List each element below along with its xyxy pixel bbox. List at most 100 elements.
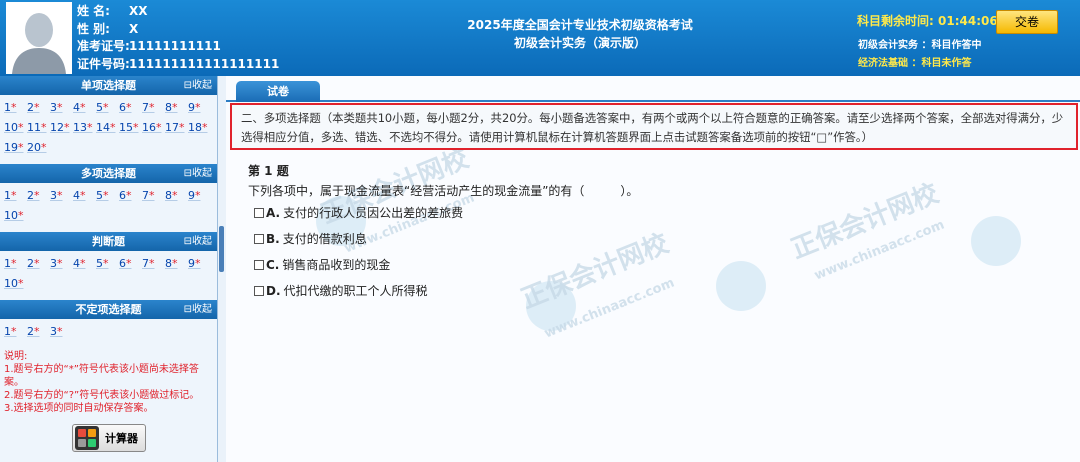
question-link[interactable]: 6*	[119, 98, 142, 118]
checkbox-icon[interactable]	[254, 234, 264, 244]
unanswered-mark: *	[11, 101, 17, 114]
question-link[interactable]: 3*	[50, 322, 73, 342]
unanswered-mark: *	[103, 257, 109, 270]
question-link[interactable]: 7*	[142, 254, 165, 274]
option-b[interactable]: B. 支付的借款利息	[254, 231, 367, 247]
question-link[interactable]: 14*	[96, 118, 119, 138]
question-link-number: 4	[73, 257, 80, 270]
avatar-silhouette-icon	[6, 2, 72, 74]
question-link[interactable]: 3*	[50, 186, 73, 206]
question-link[interactable]: 7*	[142, 98, 165, 118]
checkbox-icon[interactable]	[254, 286, 264, 296]
calculator-label: 计算器	[105, 432, 138, 445]
subject-status: ：科目未作答	[911, 58, 972, 69]
remaining-time: 科目剩余时间: 01:44:06	[857, 12, 998, 29]
sidebar-resize-handle[interactable]	[219, 226, 224, 272]
question-link[interactable]: 10*	[4, 118, 27, 138]
tab-bar: 试卷	[226, 76, 1080, 102]
question-link[interactable]: 6*	[119, 254, 142, 274]
question-link[interactable]: 2*	[27, 98, 50, 118]
question-link-number: 1	[4, 101, 11, 114]
question-link[interactable]: 8*	[165, 186, 188, 206]
question-link[interactable]: 9*	[188, 98, 211, 118]
question-link[interactable]: 8*	[165, 98, 188, 118]
question-link[interactable]: 19*	[4, 138, 27, 158]
question-link[interactable]: 5*	[96, 254, 119, 274]
candidate-id: 111111111111111111	[129, 56, 280, 71]
question-link-number: 16	[142, 121, 156, 134]
unanswered-mark: *	[179, 121, 185, 134]
question-link[interactable]: 17*	[165, 118, 188, 138]
section-title: 多项选择题	[81, 167, 136, 180]
question-link-number: 2	[27, 257, 34, 270]
question-link[interactable]: 3*	[50, 254, 73, 274]
question-link[interactable]: 10*	[4, 206, 27, 226]
tab-exam-paper[interactable]: 试卷	[236, 81, 320, 102]
question-link[interactable]: 12*	[50, 118, 73, 138]
question-link-number: 3	[50, 189, 57, 202]
subject-name: 经济法基础	[858, 58, 908, 69]
question-section: 判断题 ⊟收起 1* 2* 3* 4* 5* 6* 7* 8* 9* 10*	[0, 232, 217, 296]
question-link[interactable]: 2*	[27, 322, 50, 342]
unanswered-mark: *	[103, 101, 109, 114]
unanswered-mark: *	[80, 257, 86, 270]
collapse-button[interactable]: ⊟收起	[184, 76, 212, 95]
question-link-number: 20	[27, 141, 41, 154]
question-link[interactable]: 9*	[188, 254, 211, 274]
question-link[interactable]: 7*	[142, 186, 165, 206]
unanswered-mark: *	[34, 189, 40, 202]
question-link[interactable]: 2*	[27, 254, 50, 274]
question-link[interactable]: 8*	[165, 254, 188, 274]
section-title: 判断题	[92, 235, 125, 248]
option-text: 销售商品收到的现金	[282, 258, 391, 272]
section-title: 不定项选择题	[75, 303, 142, 316]
question-link[interactable]: 13*	[73, 118, 96, 138]
collapse-button[interactable]: ⊟收起	[184, 164, 212, 183]
unanswered-mark: *	[126, 189, 132, 202]
question-link[interactable]: 2*	[27, 186, 50, 206]
question-link[interactable]: 3*	[50, 98, 73, 118]
section-header: 不定项选择题 ⊟收起	[0, 300, 217, 319]
avatar	[6, 2, 72, 74]
question-link[interactable]: 1*	[4, 254, 27, 274]
question-link[interactable]: 18*	[188, 118, 211, 138]
unanswered-mark: *	[11, 325, 17, 338]
question-link[interactable]: 10*	[4, 274, 27, 294]
question-link[interactable]: 1*	[4, 186, 27, 206]
option-d[interactable]: D. 代扣代缴的职工个人所得税	[254, 283, 428, 299]
collapse-button[interactable]: ⊟收起	[184, 300, 212, 319]
question-link[interactable]: 1*	[4, 98, 27, 118]
question-grid: 1* 2* 3* 4* 5* 6* 7* 8* 9* 10*	[0, 251, 217, 296]
question-link[interactable]: 5*	[96, 98, 119, 118]
unanswered-mark: *	[172, 189, 178, 202]
checkbox-icon[interactable]	[254, 208, 264, 218]
option-text: 支付的行政人员因公出差的差旅费	[283, 206, 464, 220]
question-link-number: 12	[50, 121, 64, 134]
unanswered-mark: *	[172, 257, 178, 270]
unanswered-mark: *	[34, 257, 40, 270]
note-item: 2.题号右方的“?”符号代表该小题做过标记。	[4, 390, 200, 401]
option-c[interactable]: C. 销售商品收到的现金	[254, 257, 390, 273]
question-link[interactable]: 5*	[96, 186, 119, 206]
question-link[interactable]: 16*	[142, 118, 165, 138]
question-link-number: 10	[4, 121, 18, 134]
collapse-button[interactable]: ⊟收起	[184, 232, 212, 251]
question-link[interactable]: 15*	[119, 118, 142, 138]
question-link[interactable]: 4*	[73, 98, 96, 118]
candidate-info: 姓 名: XX 性 别: X 准考证号:11111111111 证件号码:11111…	[77, 3, 307, 73]
question-link-number: 6	[119, 189, 126, 202]
question-link[interactable]: 11*	[27, 118, 50, 138]
question-link[interactable]: 9*	[188, 186, 211, 206]
question-link[interactable]: 6*	[119, 186, 142, 206]
candidate-gender: X	[129, 21, 139, 36]
question-link[interactable]: 4*	[73, 254, 96, 274]
submit-exam-button[interactable]: 交卷	[996, 10, 1058, 34]
option-a[interactable]: A. 支付的行政人员因公出差的差旅费	[254, 205, 463, 221]
question-link[interactable]: 1*	[4, 322, 27, 342]
checkbox-icon[interactable]	[254, 260, 264, 270]
question-number: 第 1 题	[248, 164, 289, 178]
question-link[interactable]: 20*	[27, 138, 50, 158]
question-section: 单项选择题 ⊟收起 1* 2* 3* 4* 5* 6* 7* 8* 9* 10* 11* 12* 13* 14…	[0, 76, 217, 160]
question-link[interactable]: 4*	[73, 186, 96, 206]
calculator-button[interactable]: 计算器	[72, 424, 146, 452]
